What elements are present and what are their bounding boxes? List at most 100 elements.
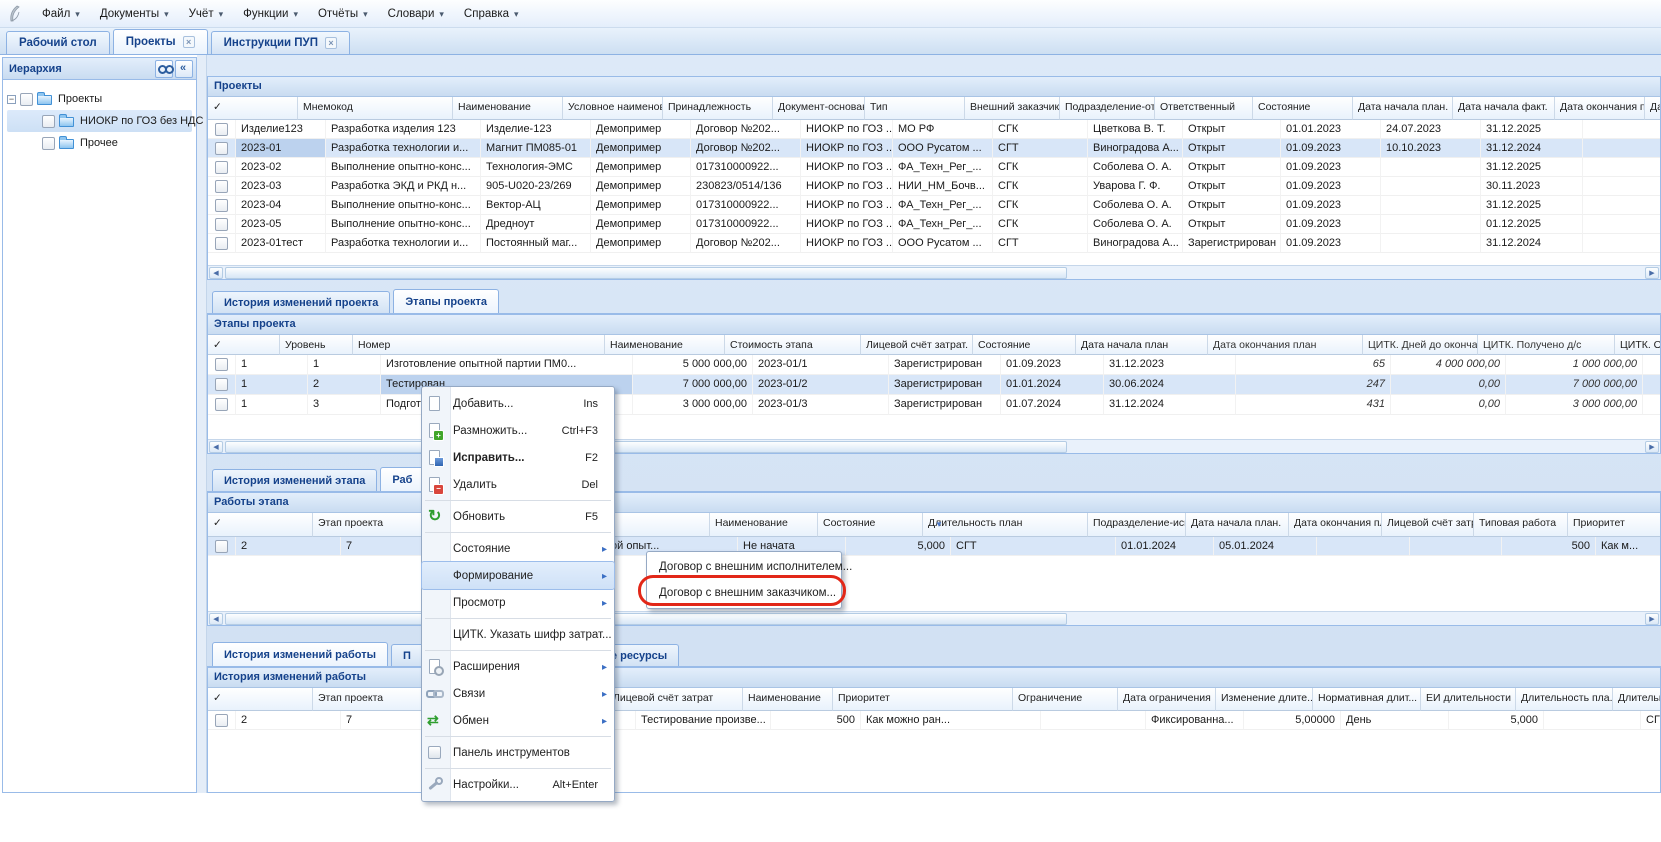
column-header[interactable]: Наименование: [710, 513, 818, 537]
table-row[interactable]: 2023-02Выполнение опытно-конс... Техноло…: [208, 158, 1660, 177]
context-menu-item[interactable]: Формирование: [422, 562, 614, 589]
row-checkbox-cell[interactable]: [208, 395, 236, 415]
horizontal-scrollbar[interactable]: [208, 265, 1660, 279]
context-menu-item[interactable]: Панель инструментов: [422, 739, 614, 766]
row-checkbox[interactable]: [215, 358, 228, 371]
section-tab[interactable]: Этапы проекта: [393, 289, 499, 313]
table-row[interactable]: Изделие123Разработка изделия 123 Изделие…: [208, 120, 1660, 139]
column-header[interactable]: Дата начала план.: [1186, 513, 1289, 537]
section-tab[interactable]: История изменений проекта: [212, 291, 390, 313]
row-checkbox[interactable]: [215, 378, 228, 391]
row-checkbox[interactable]: [215, 218, 228, 231]
column-header[interactable]: Приоритет: [1568, 513, 1661, 537]
sidebar-splitter[interactable]: [197, 55, 207, 793]
column-header[interactable]: Этап проекта: [313, 688, 438, 711]
context-menu-item[interactable]: Обмен: [422, 707, 614, 734]
column-header[interactable]: Лицевой счёт затр: [1382, 513, 1474, 537]
column-header[interactable]: Дата начала план.: [1353, 97, 1453, 120]
column-header[interactable]: Внешний заказчик: [965, 97, 1060, 120]
table-row[interactable]: 2023-03Разработка ЭКД и РКД н... 905-U02…: [208, 177, 1660, 196]
column-header[interactable]: Изменение длите...: [1216, 688, 1313, 711]
context-menu-item[interactable]: Удалить Del: [422, 471, 614, 498]
column-header[interactable]: ✓: [208, 688, 313, 711]
column-header[interactable]: ЦИТК. Осталось получить д/с: [1615, 335, 1661, 355]
column-header[interactable]: Принадлежность: [663, 97, 773, 120]
column-header[interactable]: Длительность фак...: [1613, 688, 1661, 711]
column-header[interactable]: Длительность план: [923, 513, 1088, 537]
row-checkbox-cell[interactable]: [208, 139, 236, 158]
menubar-item[interactable]: Документы: [90, 4, 179, 24]
search-binoculars-icon[interactable]: [155, 60, 173, 78]
column-header[interactable]: Нормативная длит...: [1313, 688, 1421, 711]
menubar-item[interactable]: Функции: [233, 4, 308, 24]
tree-node-checkbox[interactable]: [42, 137, 55, 150]
context-menu-item[interactable]: Просмотр: [422, 589, 614, 616]
column-header[interactable]: ЕИ длительности: [1421, 688, 1516, 711]
column-header[interactable]: Номер: [353, 335, 605, 355]
column-header[interactable]: ЦИТК. Получено д/с: [1478, 335, 1615, 355]
table-row[interactable]: 2023-01Разработка технологии и... Магнит…: [208, 139, 1660, 158]
column-header[interactable]: ✓: [208, 97, 298, 120]
context-menu-item[interactable]: Настройки... Alt+Enter: [422, 771, 614, 798]
window-tab[interactable]: Инструкции ПУП: [211, 31, 350, 54]
scroll-left-icon[interactable]: [209, 613, 223, 625]
column-header[interactable]: Дата начала факт.: [1453, 97, 1555, 120]
scrollbar-thumb[interactable]: [225, 613, 1067, 625]
menubar-item[interactable]: Отчёты: [308, 4, 378, 24]
section-tab[interactable]: История изменений работы: [212, 642, 388, 666]
column-menu-arrow-icon[interactable]: [933, 518, 945, 530]
tree-node-checkbox[interactable]: [42, 115, 55, 128]
context-menu-item[interactable]: Связи: [422, 680, 614, 707]
scrollbar-thumb[interactable]: [225, 267, 1067, 279]
row-checkbox[interactable]: [215, 237, 228, 250]
row-checkbox-cell[interactable]: [208, 375, 236, 395]
row-checkbox[interactable]: [215, 199, 228, 212]
row-checkbox[interactable]: [215, 540, 228, 553]
column-header[interactable]: Дата оконча: [1645, 97, 1661, 120]
row-checkbox-cell[interactable]: [208, 215, 236, 234]
tree-node[interactable]: НИОКР по ГОЗ без НДС: [7, 110, 192, 132]
context-menu-item[interactable]: Добавить... Ins: [422, 390, 614, 417]
table-row[interactable]: 2023-01тестРазработка технологии и... По…: [208, 234, 1660, 253]
column-header[interactable]: Типовая работа: [1474, 513, 1568, 537]
section-tab[interactable]: История изменений этапа: [212, 469, 377, 491]
scroll-left-icon[interactable]: [209, 267, 223, 279]
column-header[interactable]: Длительность пла...: [1516, 688, 1613, 711]
column-header[interactable]: Лицевой счёт затрат.: [861, 335, 973, 355]
row-checkbox-cell[interactable]: [208, 196, 236, 215]
scrollbar-thumb[interactable]: [225, 441, 1067, 453]
column-header[interactable]: Дата начала план: [1076, 335, 1208, 355]
row-checkbox-cell[interactable]: [208, 234, 236, 253]
column-header[interactable]: Уровень: [280, 335, 353, 355]
column-header[interactable]: ЦИТК. Дней до окончания: [1363, 335, 1478, 355]
row-checkbox-cell[interactable]: [208, 158, 236, 177]
section-tab[interactable]: Раб: [380, 467, 424, 491]
column-header[interactable]: Состояние: [973, 335, 1076, 355]
column-header[interactable]: Состояние: [818, 513, 923, 537]
column-header[interactable]: Подразделение-от: [1060, 97, 1155, 120]
tree-node[interactable]: Прочее: [7, 132, 192, 154]
context-menu-item[interactable]: Исправить... F2: [422, 444, 614, 471]
row-checkbox[interactable]: [215, 398, 228, 411]
collapse-panel-icon[interactable]: [175, 60, 193, 78]
row-checkbox[interactable]: [215, 123, 228, 136]
row-checkbox-cell[interactable]: [208, 120, 236, 139]
tree-node[interactable]: Проекты: [7, 88, 192, 110]
table-row[interactable]: 11 Изготовление опытной партии ПМ0...5 0…: [208, 355, 1660, 375]
column-header[interactable]: Дата ограничения: [1118, 688, 1216, 711]
menubar-item[interactable]: Учёт: [179, 4, 234, 24]
scroll-left-icon[interactable]: [209, 441, 223, 453]
scroll-right-icon[interactable]: [1645, 267, 1659, 279]
column-header[interactable]: ✓: [208, 513, 313, 537]
column-header[interactable]: Наименование: [605, 335, 725, 355]
tab-close-icon[interactable]: [325, 37, 337, 49]
context-menu-item[interactable]: ЦИТК. Указать шифр затрат...: [422, 621, 614, 648]
row-checkbox-cell[interactable]: [208, 177, 236, 196]
column-header[interactable]: Документ-основан: [773, 97, 865, 120]
column-header[interactable]: Наименование: [453, 97, 563, 120]
scroll-right-icon[interactable]: [1645, 613, 1659, 625]
column-header[interactable]: Тип: [865, 97, 965, 120]
scroll-right-icon[interactable]: [1645, 441, 1659, 453]
column-header[interactable]: Состояние: [1253, 97, 1353, 120]
menubar-item[interactable]: Файл: [32, 4, 90, 24]
